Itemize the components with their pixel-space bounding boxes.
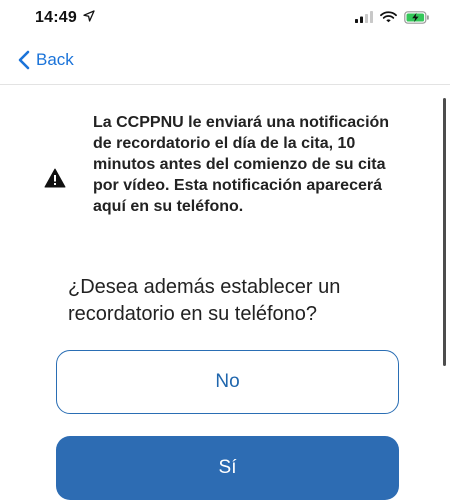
reminder-question: ¿Desea además establecer un recordatorio…: [68, 276, 341, 325]
scrollbar[interactable]: [443, 98, 446, 366]
status-icons: [355, 9, 430, 25]
notice-text: La CCPPNU le enviará una notificación de…: [93, 114, 390, 215]
battery-charging-icon: [404, 10, 429, 24]
signal-icon: [355, 11, 373, 23]
reminder-notice: La CCPPNU le enviará una notificación de…: [40, 112, 410, 252]
status-bar: 14:49: [0, 0, 450, 36]
navigation-bar: Back: [0, 36, 450, 85]
back-button[interactable]: Back: [18, 50, 74, 70]
warning-icon: [44, 168, 66, 188]
reminder-screen: 14:49 Back La CCPPNU le enviará una noti…: [0, 0, 450, 501]
status-time: 14:49: [35, 9, 77, 26]
location-arrow-icon: [83, 10, 95, 22]
back-label: Back: [36, 50, 74, 69]
wifi-icon: [380, 11, 397, 23]
no-button[interactable]: No: [56, 350, 399, 414]
yes-button[interactable]: Sí: [56, 436, 399, 500]
chevron-left-icon: [18, 50, 30, 70]
